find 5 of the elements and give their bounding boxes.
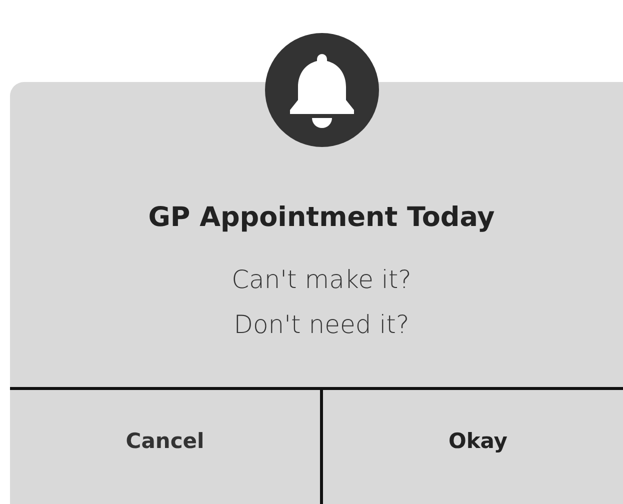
cancel-button[interactable]: Cancel: [10, 390, 320, 504]
dialog-title: GP Appointment Today: [147, 201, 496, 235]
confirm-button[interactable]: Okay: [323, 390, 623, 504]
dialog-message: Can't make it?: [230, 264, 412, 296]
dialog-message: Don't need it?: [232, 309, 410, 341]
